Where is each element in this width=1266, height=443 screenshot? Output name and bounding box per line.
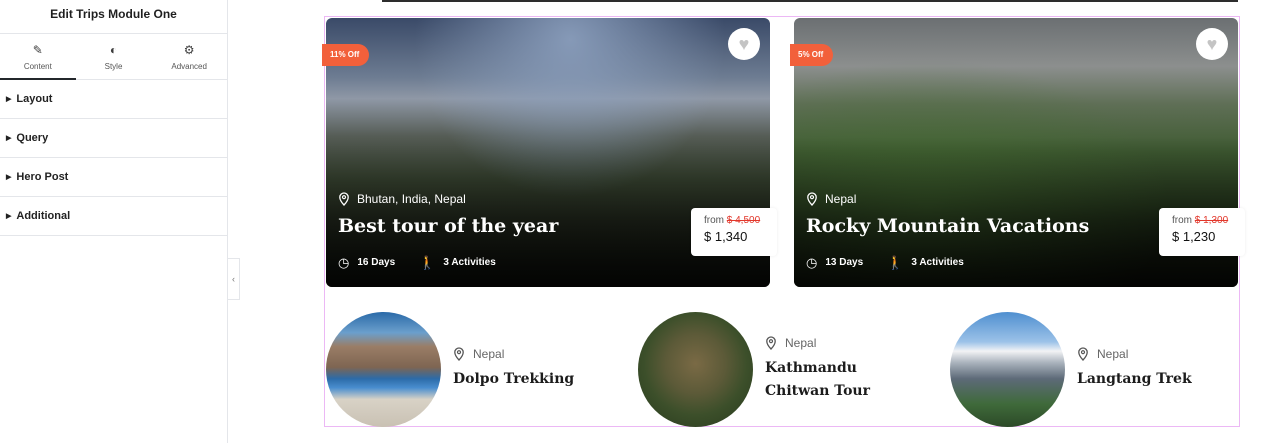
trip-title[interactable]: Kathmandu Chitwan Tour	[765, 357, 925, 403]
section-hero-post-label: Hero Post	[16, 171, 69, 183]
caret-right-icon: ▶	[6, 174, 12, 181]
tab-advanced-label: Advanced	[171, 61, 207, 71]
trip-location-text: Bhutan, India, Nepal	[357, 192, 466, 206]
small-trip-item: Nepal Kathmandu Chitwan Tour	[638, 311, 925, 427]
caret-right-icon: ▶	[6, 135, 12, 142]
price-box: from $ 1,300 $ 1,230	[1159, 208, 1245, 256]
section-layout[interactable]: ▶ Layout	[0, 80, 227, 119]
trip-location-text: Nepal	[1097, 347, 1129, 361]
tab-style-label: Style	[104, 61, 123, 71]
caret-right-icon: ▶	[6, 213, 12, 220]
trip-thumbnail[interactable]	[950, 311, 1065, 427]
trip-duration: ◷ 13 Days	[806, 256, 863, 269]
section-query[interactable]: ▶ Query	[0, 119, 227, 158]
price-from: from $ 1,300	[1172, 215, 1245, 226]
trip-location-text: Nepal	[825, 192, 857, 206]
trip-meta: ◷ 16 Days 🚶 3 Activities	[338, 256, 496, 269]
price-original: $ 1,300	[1194, 215, 1229, 226]
tab-content-label: Content	[23, 61, 52, 71]
trip-location: Nepal	[765, 336, 925, 350]
trip-activities: 🚶 3 Activities	[887, 256, 964, 269]
contrast-icon: ◐	[109, 42, 118, 57]
location-pin-icon	[807, 192, 817, 206]
price-original: $ 4,500	[726, 215, 761, 226]
trip-location: Nepal	[1077, 347, 1192, 361]
trip-activities: 🚶 3 Activities	[419, 256, 496, 269]
price-current: $ 1,230	[1172, 229, 1216, 244]
editor-panel: Edit Trips Module One ✎ Content ◐ Style …	[0, 0, 228, 443]
trip-thumbnail[interactable]	[326, 311, 441, 427]
location-pin-icon	[766, 335, 776, 350]
small-trip-item: Nepal Dolpo Trekking	[326, 311, 574, 427]
section-query-label: Query	[16, 132, 49, 144]
section-additional-label: Additional	[16, 210, 71, 222]
tab-style[interactable]: ◐ Style	[76, 34, 152, 79]
trip-title[interactable]: Dolpo Trekking	[453, 368, 574, 391]
price-current: $ 1,340	[704, 229, 748, 244]
trip-title[interactable]: Best tour of the year	[338, 215, 558, 237]
trip-location-text: Nepal	[785, 335, 817, 350]
panel-tabs: ✎ Content ◐ Style ⚙ Advanced	[0, 34, 227, 80]
chevron-left-icon: ‹	[232, 274, 235, 284]
gear-icon: ⚙	[183, 42, 195, 57]
small-trip-info: Nepal Dolpo Trekking	[453, 347, 574, 391]
trip-title[interactable]: Rocky Mountain Vacations	[806, 215, 1089, 237]
panel-title: Edit Trips Module One	[0, 0, 227, 34]
trip-duration-text: 16 Days	[357, 257, 396, 268]
small-trip-item: Nepal Langtang Trek	[950, 311, 1192, 427]
trip-duration-text: 13 Days	[825, 257, 864, 268]
section-additional[interactable]: ▶ Additional	[0, 197, 227, 236]
tab-content[interactable]: ✎ Content	[0, 34, 76, 80]
trip-duration: ◷ 16 Days	[338, 256, 395, 269]
trip-activities-text: 3 Activities	[443, 257, 496, 268]
location-pin-icon	[1078, 347, 1088, 361]
pencil-icon: ✎	[32, 42, 43, 57]
previous-section-edge	[382, 0, 1238, 2]
tab-advanced[interactable]: ⚙ Advanced	[151, 34, 227, 79]
price-from: from $ 4,500	[704, 215, 777, 226]
price-box: from $ 4,500 $ 1,340	[691, 208, 777, 256]
wishlist-button[interactable]: ♥	[1196, 28, 1228, 60]
heart-icon: ♥	[1206, 34, 1218, 54]
collapse-panel-button[interactable]: ‹	[228, 258, 240, 300]
small-trip-info: Nepal Kathmandu Chitwan Tour	[765, 336, 925, 403]
discount-badge: 5% Off	[790, 44, 834, 66]
trip-meta: ◷ 13 Days 🚶 3 Activities	[806, 256, 964, 269]
trip-location: Bhutan, India, Nepal	[338, 192, 466, 206]
caret-right-icon: ▶	[6, 96, 12, 103]
location-pin-icon	[339, 192, 349, 206]
clock-icon: ◷	[338, 255, 350, 270]
trip-title[interactable]: Langtang Trek	[1077, 368, 1192, 391]
clock-icon: ◷	[806, 255, 818, 270]
trip-location: Nepal	[806, 192, 856, 206]
trip-thumbnail[interactable]	[638, 311, 753, 427]
price-from-label: from	[704, 215, 724, 226]
hiker-icon: 🚶	[419, 255, 436, 270]
trip-activities-text: 3 Activities	[911, 257, 964, 268]
wishlist-button[interactable]: ♥	[728, 28, 760, 60]
section-hero-post[interactable]: ▶ Hero Post	[0, 158, 227, 197]
trip-location-text: Nepal	[473, 347, 505, 361]
discount-badge: 11% Off	[322, 44, 370, 66]
hiker-icon: 🚶	[887, 255, 904, 270]
trip-location: Nepal	[453, 347, 574, 361]
heart-icon: ♥	[738, 34, 750, 54]
small-trip-info: Nepal Langtang Trek	[1077, 347, 1192, 391]
price-from-label: from	[1172, 215, 1192, 226]
location-pin-icon	[454, 347, 464, 361]
section-layout-label: Layout	[16, 93, 53, 105]
